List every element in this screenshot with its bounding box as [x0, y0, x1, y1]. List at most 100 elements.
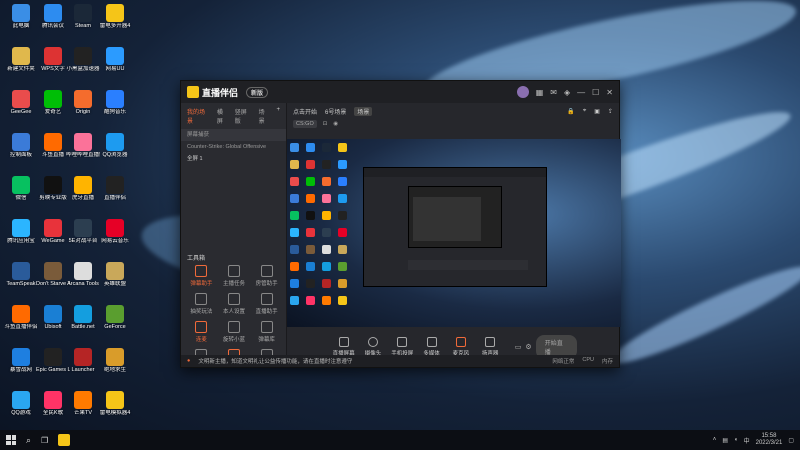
desktop-icon[interactable]: Origin	[66, 90, 100, 115]
desktop-icon[interactable]: 小黑盒加速器	[66, 47, 100, 72]
toolbox: 弹幕助手 主播任务 房管助手 抽奖玩法 本人设置 直播助手 连麦 旋转小蓝 弹幕…	[185, 265, 283, 363]
layout-icon[interactable]: ▣	[594, 108, 600, 115]
version-badge[interactable]: 新版	[246, 86, 269, 98]
close-icon[interactable]: ✕	[606, 88, 613, 97]
source-item[interactable]: Counter-Strike: Global Offensive	[181, 141, 286, 153]
stream-preview[interactable]	[287, 139, 621, 327]
tab-scenes[interactable]: 场景	[259, 107, 271, 125]
add-icon[interactable]: +	[276, 107, 280, 125]
tool-tasks[interactable]: 主播任务	[218, 265, 251, 287]
desktop-icon[interactable]: 雷电模拟器4	[98, 391, 132, 416]
desktop-icon[interactable]: 芒果TV	[66, 391, 100, 416]
desktop-icon[interactable]: 网易云音乐	[98, 219, 132, 244]
grid-icon[interactable]: ▦	[536, 88, 544, 97]
desktop-icon-label: 控制面板	[9, 152, 32, 158]
desktop-icon[interactable]: 斗鱼直播伴侣	[4, 305, 38, 330]
desktop-icon[interactable]: QQ浏览器	[98, 133, 132, 158]
tab-portrait[interactable]: 竖屏版	[235, 107, 253, 125]
chevron-up-icon[interactable]: ˄	[713, 437, 717, 443]
tool-danmaku[interactable]: 弹幕助手	[185, 265, 218, 287]
mail-icon[interactable]: ✉	[550, 88, 557, 97]
ime-icon[interactable]: 中	[744, 436, 750, 445]
phone-cast-button[interactable]: 手机投屏	[390, 337, 415, 357]
desktop-icon[interactable]: Arcana Tools	[66, 262, 100, 287]
clock[interactable]: 15:58 2022/3/21	[756, 433, 783, 447]
settings-icon[interactable]: ⚙	[525, 343, 531, 351]
desktop-icon[interactable]: 微信	[4, 176, 38, 201]
scene-item[interactable]: 6号场景	[325, 107, 346, 116]
scene-item[interactable]: 场景	[354, 107, 373, 116]
source-item[interactable]: 屏幕捕获	[181, 129, 286, 141]
desktop-icon[interactable]: QQ游戏	[4, 391, 38, 416]
desktop-icon[interactable]: 斗鱼直播	[36, 133, 70, 158]
tool-link-mic[interactable]: 连麦	[185, 321, 218, 343]
desktop-icon[interactable]: Steam	[66, 4, 100, 29]
minimize-icon[interactable]: —	[577, 88, 585, 97]
desktop-icon[interactable]: WeGame	[36, 219, 70, 244]
desktop-icon-label: 全民K歌	[42, 410, 64, 416]
avatar[interactable]	[516, 86, 529, 98]
desktop-icon[interactable]: 直播伴侣	[98, 176, 132, 201]
desktop-icon[interactable]: 雷电多开器4	[98, 4, 132, 29]
desktop-icon[interactable]: 绝地求生	[98, 348, 132, 373]
mic-link-icon	[195, 321, 208, 333]
desktop-icon[interactable]: 虎牙直播	[66, 176, 100, 201]
game-chip[interactable]: CS:GO	[293, 120, 317, 128]
tool-assistant[interactable]: 直播助手	[250, 293, 283, 315]
desktop-icon[interactable]: 哔哩哔哩直播姬	[66, 133, 100, 158]
desktop-icon[interactable]: 腾讯会议	[36, 4, 70, 29]
desktop-icon[interactable]: GeeGee	[4, 90, 38, 115]
task-view-icon[interactable]: ❐	[41, 436, 48, 445]
lock-icon[interactable]: 🔒	[567, 108, 574, 115]
desktop-icon[interactable]: 英雄联盟	[98, 262, 132, 287]
tab-my-scenes[interactable]: 我的场景	[187, 107, 211, 125]
scene-item[interactable]: 点击开始	[293, 107, 317, 116]
desktop-icon[interactable]: 剪映专业版	[36, 176, 70, 201]
desktop-icon[interactable]: 暴雪战网	[4, 348, 38, 373]
network-icon[interactable]: ▤	[722, 437, 728, 444]
skin-icon[interactable]: ◈	[564, 88, 570, 97]
desktop-icon[interactable]: TeamSpeak	[4, 262, 38, 287]
tool-rotate[interactable]: 旋转小蓝	[218, 321, 251, 343]
taskbar-app-icon[interactable]	[58, 434, 71, 446]
desktop-icon[interactable]: 爱奇艺	[36, 90, 70, 115]
camera-button[interactable]: 摄像头	[360, 337, 385, 357]
microphone-button[interactable]: 麦克风	[448, 337, 473, 357]
lock-icon[interactable]: ◉	[333, 121, 338, 127]
tool-room-admin[interactable]: 房管助手	[250, 265, 283, 287]
tool-lottery[interactable]: 抽奖玩法	[185, 293, 218, 315]
desktop-icon[interactable]: 酷狗音乐	[98, 90, 132, 115]
tool-danmaku-lib[interactable]: 弹幕库	[250, 321, 283, 343]
desktop-icon[interactable]: 全民K歌	[36, 391, 70, 416]
maximize-icon[interactable]: ☐	[592, 88, 599, 97]
media-button[interactable]: 多媒体	[419, 337, 444, 357]
screen-capture-button[interactable]: 直播屏幕	[331, 337, 356, 357]
share-icon[interactable]: ⇪	[608, 108, 613, 115]
desktop-icon[interactable]: GeForce	[98, 305, 132, 330]
desktop-icon[interactable]: Launcher	[66, 348, 100, 373]
desktop-icon[interactable]: WPS文字	[36, 47, 70, 72]
desktop-icon[interactable]: 新建文件夹	[4, 47, 38, 72]
search-icon[interactable]: ⌕	[26, 435, 31, 446]
capture-icon[interactable]: ⊡	[323, 121, 328, 127]
desktop-icon[interactable]: Battle.net	[66, 305, 100, 330]
notification-icon[interactable]: ▢	[788, 437, 794, 444]
desktop-icon[interactable]: 5E对战平台	[66, 219, 100, 244]
start-icon[interactable]	[6, 435, 16, 445]
record-icon[interactable]: ▭	[515, 343, 522, 351]
desktop-icon[interactable]: Ubisoft	[36, 305, 70, 330]
desktop-icon[interactable]: 此电脑	[4, 4, 38, 29]
tab-landscape[interactable]: 横屏	[217, 107, 229, 125]
volume-icon[interactable]: ◖	[734, 437, 738, 443]
app-icon	[74, 133, 92, 151]
desktop-icon[interactable]: Epic Games Launcher	[36, 348, 70, 373]
tool-settings[interactable]: 本人设置	[218, 293, 251, 315]
desktop-icon[interactable]: 网易UU	[98, 47, 132, 72]
pin-icon[interactable]: ⌖	[583, 108, 586, 115]
preview-icon	[338, 262, 347, 271]
source-item[interactable]: 全屏 1	[181, 153, 286, 165]
speaker-button[interactable]: 扬声器	[477, 337, 502, 357]
desktop-icon[interactable]: 腾讯应用宝	[4, 219, 38, 244]
desktop-icon[interactable]: Don't Starve Together	[36, 262, 70, 287]
desktop-icon[interactable]: 控制面板	[4, 133, 38, 158]
